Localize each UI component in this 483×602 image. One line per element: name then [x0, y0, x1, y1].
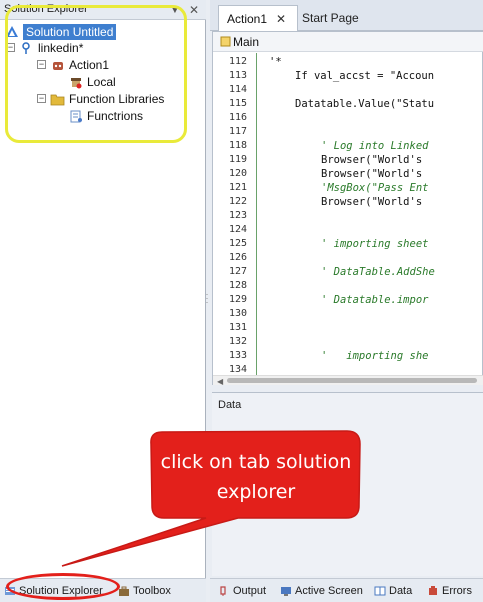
solution-icon [4, 24, 19, 39]
line-number: 122 [229, 196, 248, 207]
tab-label-start-page: Start Page [302, 11, 359, 25]
collapse-icon[interactable]: − [6, 43, 15, 52]
line-number: 125 [229, 238, 248, 249]
line-number: 120 [229, 168, 248, 179]
tree-label-functions: Functrions [87, 108, 144, 123]
tab-label-errors: Errors [442, 585, 472, 597]
tab-data[interactable]: Data [374, 582, 412, 600]
line-number: 129 [229, 294, 248, 305]
tab-action1[interactable]: Action1 ✕ [218, 5, 298, 31]
breadcrumb-label: Main [233, 34, 260, 49]
code-line: ' Datatable.impor [321, 294, 429, 306]
tree-label-project: linkedin* [38, 40, 84, 55]
solution-explorer-header: Solution Explorer ▼ ✕ [0, 0, 206, 20]
data-pane-title: Data [218, 399, 242, 411]
scroll-left-icon[interactable]: ◀ [217, 377, 223, 386]
code-line: ' importing she [321, 350, 429, 362]
tab-label-data: Data [389, 585, 413, 597]
active-screen-icon [280, 585, 292, 597]
tree-node-action1[interactable]: − Action1 [37, 56, 109, 73]
line-number: 115 [229, 98, 248, 109]
solution-explorer-icon [4, 585, 16, 597]
code-line: If val_accst = "Accoun [295, 70, 435, 82]
pin-icon[interactable]: ▼ [168, 3, 182, 17]
tab-toolbox[interactable]: Toolbox [118, 582, 171, 600]
tab-solution-explorer[interactable]: Solution Explorer [4, 582, 103, 600]
horizontal-scrollbar[interactable]: ◀ [213, 375, 483, 386]
tree-label-local: Local [87, 74, 116, 89]
line-number: 127 [229, 266, 248, 277]
tree-node-local[interactable]: Local [68, 73, 116, 90]
panel-title: Solution Explorer [4, 3, 88, 15]
line-number: 118 [229, 140, 248, 151]
tab-output[interactable]: Output [218, 582, 266, 600]
tab-label-solution-explorer: Solution Explorer [19, 585, 103, 597]
line-number: 126 [229, 252, 248, 263]
action-icon [50, 57, 65, 72]
project-icon [19, 40, 34, 55]
solution-explorer-panel: Solution Explorer ▼ ✕ Solution Untitled … [0, 0, 206, 602]
local-repository-icon [68, 74, 83, 89]
code-line: Browser("World's [321, 196, 429, 208]
errors-icon [427, 585, 439, 597]
code-line: Browser("World's [321, 168, 429, 180]
code-line: ' importing sheet [321, 238, 429, 250]
line-number: 121 [229, 182, 248, 193]
code-line: Browser("World's [321, 154, 429, 166]
tab-label-output: Output [233, 585, 267, 597]
line-number: 116 [229, 112, 248, 123]
tree-node-function-libraries[interactable]: − Function Libraries [37, 90, 164, 107]
function-library-icon [68, 108, 83, 123]
data-icon [374, 585, 386, 597]
tab-active-screen[interactable]: Active Screen [280, 582, 363, 600]
tab-label-action1: Action1 [227, 11, 268, 26]
line-number: 123 [229, 210, 248, 221]
tree-node-project[interactable]: − linkedin* [6, 39, 83, 56]
left-bottom-tab-bar: Solution Explorer Toolbox [0, 578, 206, 602]
code-line: ' DataTable.AddShe [321, 266, 435, 278]
tab-errors[interactable]: Errors [427, 582, 472, 600]
collapse-icon[interactable]: − [37, 94, 46, 103]
splitter-grip-icon[interactable]: · · · [205, 290, 209, 307]
tree-node-solution[interactable]: Solution Untitled [4, 23, 117, 40]
line-number: 133 [229, 350, 248, 361]
code-line: ' Log into Linked [321, 140, 429, 152]
tree-label-solution: Solution Untitled [23, 23, 117, 40]
close-tab-icon[interactable]: ✕ [276, 12, 286, 26]
collapse-icon[interactable]: − [37, 60, 46, 69]
toolbox-icon [118, 585, 130, 597]
callout-text: click on tab solution explorer [160, 451, 352, 503]
tree-node-functions[interactable]: Functrions [68, 107, 143, 124]
folder-icon [50, 91, 65, 106]
close-icon[interactable]: ✕ [187, 3, 201, 17]
line-number: 124 [229, 224, 248, 235]
tree-label-action1: Action1 [69, 57, 110, 72]
script-icon [219, 36, 231, 48]
code-line: '* [269, 56, 282, 68]
tree-label-function-libraries: Function Libraries [69, 91, 165, 106]
code-line: Datatable.Value("Statu [295, 98, 435, 110]
line-number: 117 [229, 126, 248, 137]
line-number: 119 [229, 154, 248, 165]
tab-label-toolbox: Toolbox [133, 585, 171, 597]
right-bottom-tab-bar: Output Active Screen Data Errors [210, 578, 483, 602]
line-number: 132 [229, 336, 248, 347]
line-number: 128 [229, 280, 248, 291]
code-editor[interactable]: Main 112 113 114 115 116 117 118 119 120 121 122 12… [212, 31, 483, 386]
editor-breadcrumb[interactable]: Main [213, 32, 483, 52]
line-number: 113 [229, 70, 248, 81]
line-number-gutter: 112 113 114 115 116 117 118 119 120 121 122 123 124 1… [213, 53, 257, 375]
scrollbar-thumb[interactable] [227, 378, 477, 383]
code-line: 'MsgBox("Pass Ent [321, 182, 429, 194]
document-tab-bar: Action1 ✕ Start Page [210, 0, 483, 31]
document-area: Action1 ✕ Start Page Main 112 113 114 115 11… [210, 0, 483, 602]
tab-label-active-screen: Active Screen [295, 585, 363, 597]
line-number: 131 [229, 322, 248, 333]
tab-start-page[interactable]: Start Page [294, 5, 367, 31]
line-number: 112 [229, 56, 248, 67]
output-icon [218, 585, 230, 597]
line-number: 130 [229, 308, 248, 319]
line-number: 114 [229, 84, 248, 95]
